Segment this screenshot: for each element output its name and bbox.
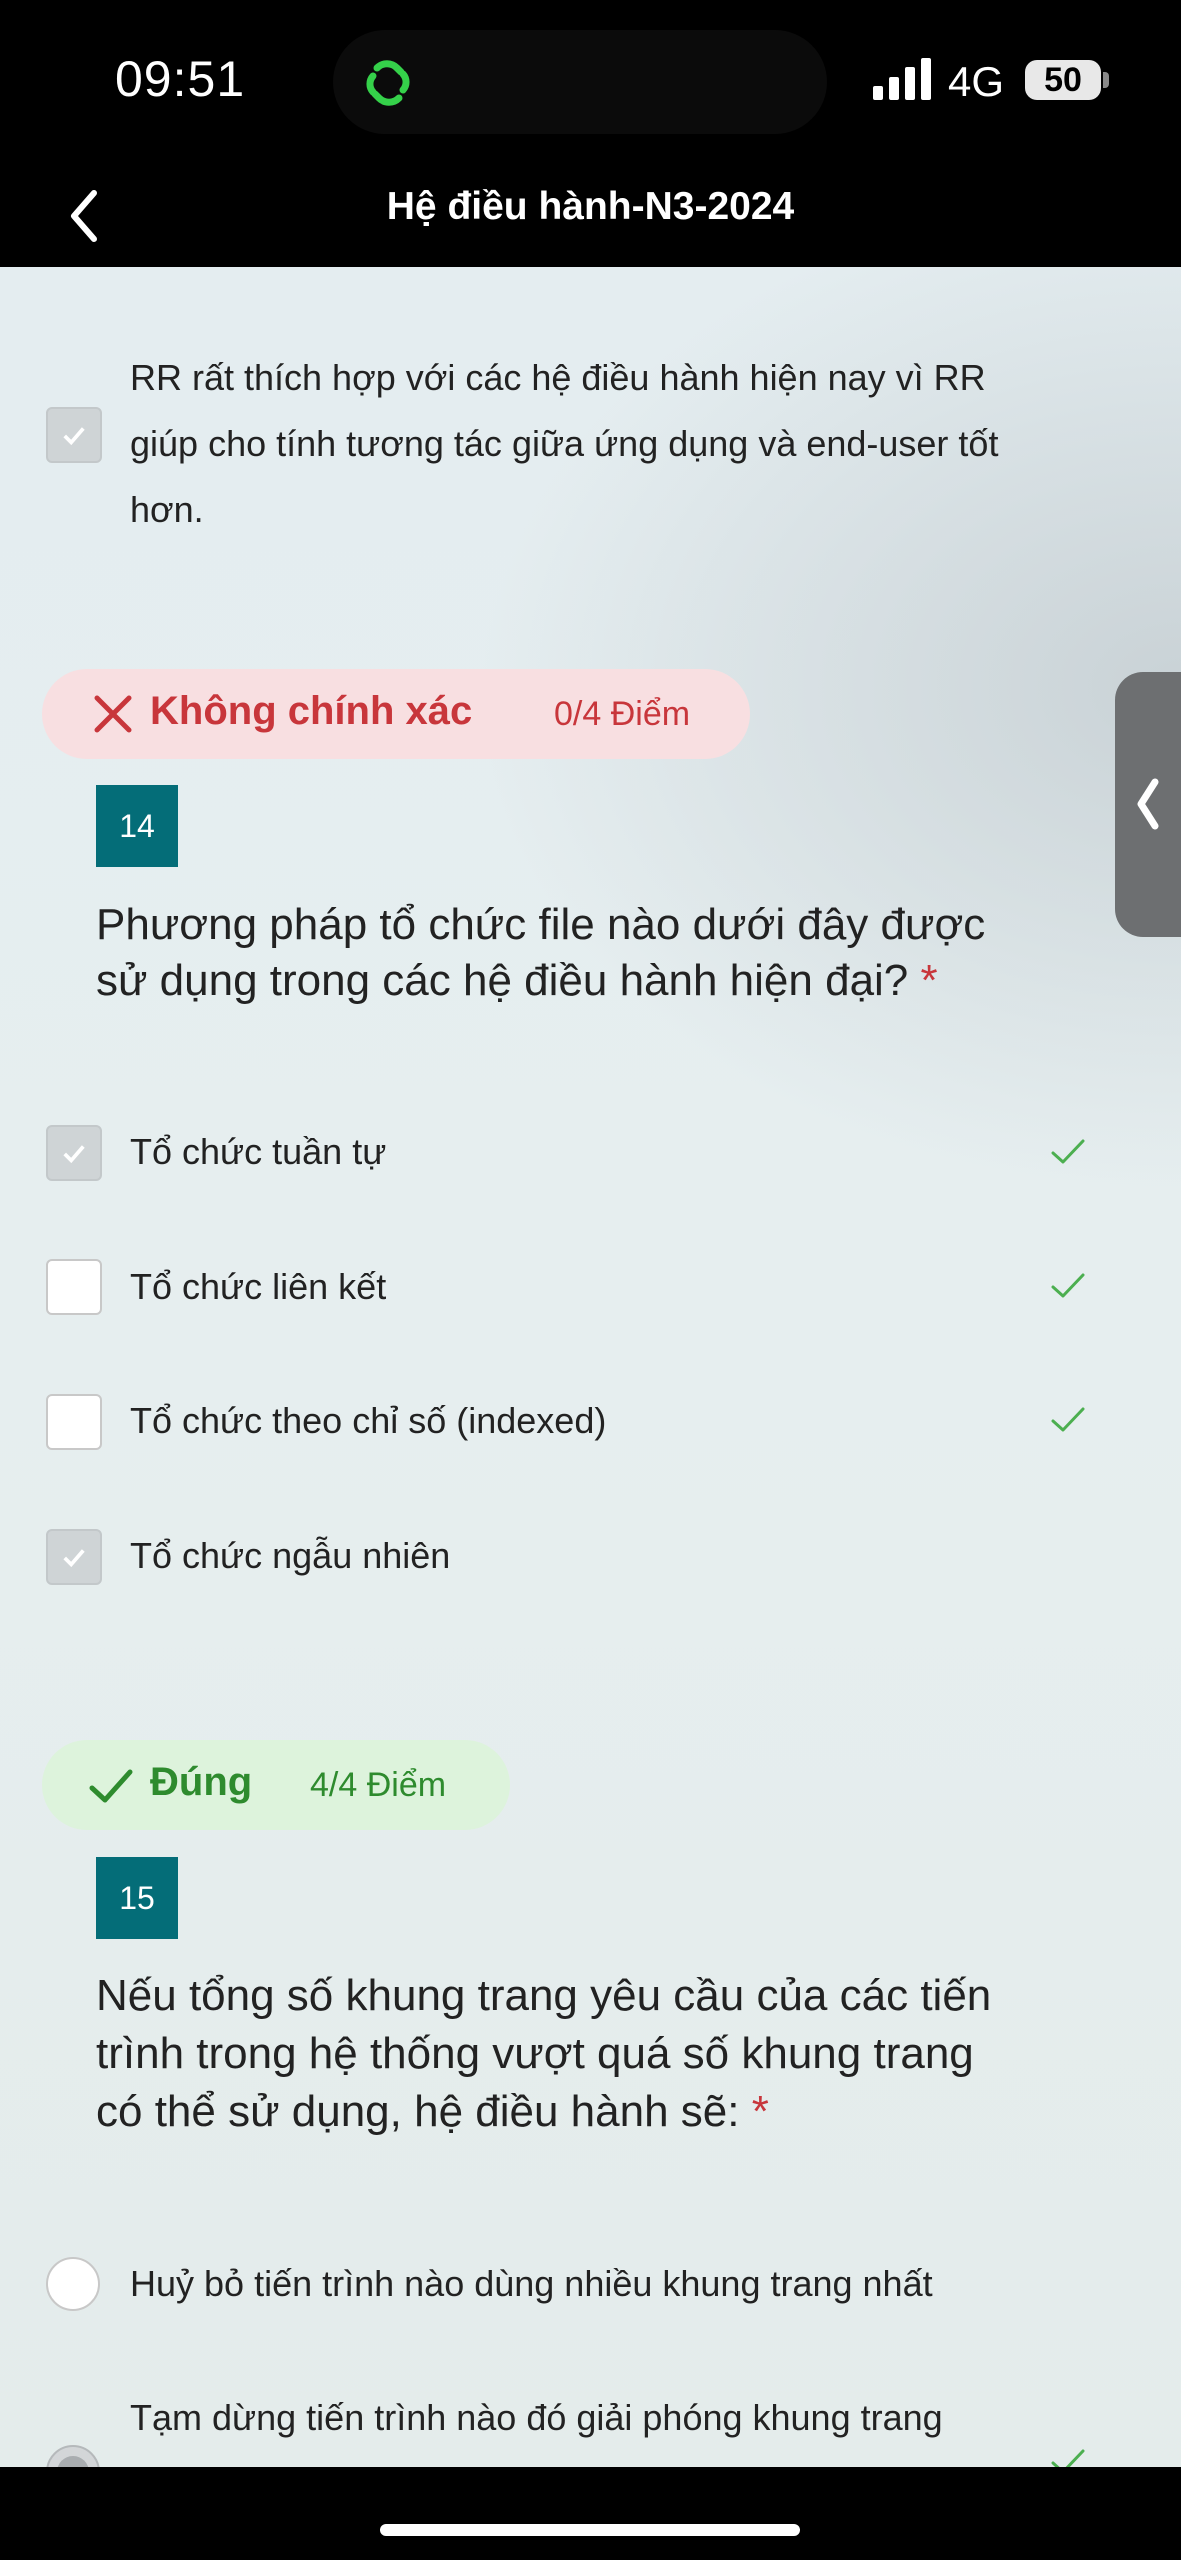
question-line: Phương pháp tổ chức file nào dưới đây đư… <box>96 900 986 949</box>
correct-check-icon <box>1051 1407 1085 1432</box>
option-label: Tạm dừng tiến trình nào đó giải phóng kh… <box>130 2397 943 2438</box>
question-line: có thể sử dụng, hệ điều hành sẽ: <box>96 2087 740 2136</box>
question-line: sử dụng trong các hệ điều hành hiện đại? <box>96 956 909 1005</box>
home-bar-area <box>0 2467 1181 2560</box>
question-number: 15 <box>96 1857 178 1939</box>
option-checkbox-checked[interactable] <box>46 407 102 463</box>
option-radio[interactable] <box>46 2257 100 2311</box>
battery-tip <box>1103 72 1109 88</box>
quiz-content[interactable]: RR rất thích hợp với các hệ điều hành hi… <box>0 267 1181 2467</box>
nav-header: Hệ điều hành-N3-2024 <box>0 165 1181 267</box>
correct-check-icon <box>1051 1273 1085 1298</box>
question-text: Phương pháp tổ chức file nào dưới đây đư… <box>96 897 1076 1009</box>
network-type: 4G <box>948 58 1005 105</box>
option-label: Tổ chức ngẫu nhiên <box>130 1535 451 1576</box>
option-text-line: hơn. <box>130 489 204 530</box>
question-line: Nếu tổng số khung trang yêu cầu của các … <box>96 1971 992 2020</box>
check-icon <box>63 427 85 446</box>
option-text-line: RR rất thích hợp với các hệ điều hành hi… <box>130 357 986 398</box>
check-icon <box>89 1769 133 1803</box>
page-title: Hệ điều hành-N3-2024 <box>386 185 795 228</box>
required-asterisk: * <box>751 2087 769 2136</box>
option-checkbox[interactable] <box>46 1259 102 1315</box>
x-icon <box>94 695 132 733</box>
option-text-rr: RR rất thích hợp với các hệ điều hành hi… <box>130 345 998 543</box>
option-checkbox[interactable] <box>46 1394 102 1450</box>
signal-icon <box>873 58 931 100</box>
option-label: Tổ chức theo chỉ số (indexed) <box>130 1400 607 1441</box>
result-status: Không chính xác <box>150 689 473 733</box>
option-radio-selected[interactable] <box>46 2445 100 2467</box>
side-panel-handle[interactable] <box>1115 672 1181 937</box>
status-bar: 09:51 4G 50 <box>0 0 1181 165</box>
option-label: Huỷ bỏ tiến trình nào dùng nhiều khung t… <box>130 2263 933 2304</box>
correct-check-icon <box>1051 2449 1085 2467</box>
option-checkbox-checked[interactable] <box>46 1125 102 1181</box>
option-text-line: giúp cho tính tương tác giữa ứng dụng và… <box>130 423 999 464</box>
question-number: 14 <box>96 785 178 867</box>
check-icon <box>63 1549 85 1568</box>
result-badge-incorrect: Không chính xác 0/4 Điểm <box>42 669 750 759</box>
status-time: 09:51 <box>115 51 246 107</box>
battery-icon: 50 <box>1025 60 1101 100</box>
result-badge-correct: Đúng 4/4 Điểm <box>42 1740 510 1830</box>
result-score: 4/4 Điểm <box>310 1766 447 1804</box>
result-score: 0/4 Điểm <box>554 695 691 733</box>
correct-check-icon <box>1051 1139 1085 1164</box>
question-text: Nếu tổng số khung trang yêu cầu của các … <box>96 1967 1076 2141</box>
check-icon <box>63 1145 85 1164</box>
link-icon <box>366 60 410 106</box>
result-status: Đúng <box>150 1760 253 1804</box>
option-label: Tổ chức liên kết <box>130 1266 387 1307</box>
option-label: Tổ chức tuần tự <box>130 1131 387 1172</box>
battery-level: 50 <box>1044 61 1082 99</box>
required-asterisk: * <box>920 956 938 1005</box>
question-line: trình trong hệ thống vượt quá số khung t… <box>96 2029 974 2078</box>
option-checkbox-checked[interactable] <box>46 1529 102 1585</box>
chevron-left-icon <box>1137 778 1159 830</box>
home-indicator[interactable] <box>380 2524 800 2536</box>
